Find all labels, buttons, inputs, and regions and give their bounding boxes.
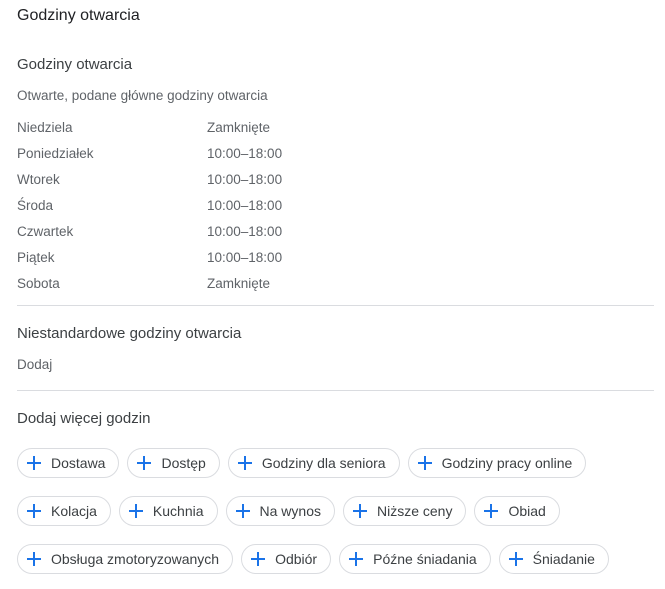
plus-icon bbox=[417, 456, 432, 470]
hours-row-wednesday: Środa 10:00–18:00 bbox=[17, 192, 417, 218]
day-name: Wtorek bbox=[17, 171, 60, 187]
plus-icon bbox=[484, 504, 499, 518]
plus-icon bbox=[251, 552, 266, 566]
plus-icon bbox=[137, 456, 152, 470]
chip-label: Śniadanie bbox=[532, 551, 595, 567]
chip-nizsze-ceny[interactable]: Niższe ceny bbox=[342, 496, 467, 526]
chip-label: Niższe ceny bbox=[376, 503, 453, 519]
day-hours: Zamknięte bbox=[207, 275, 271, 291]
chip-godziny-pracy-online[interactable]: Godziny pracy online bbox=[407, 448, 587, 478]
day-name: Poniedziałek bbox=[17, 145, 94, 161]
chip-dostawa[interactable]: Dostawa bbox=[17, 448, 120, 478]
chip-row: Obsługa zmotoryzowanych Odbiór Późne śni… bbox=[17, 544, 609, 574]
chip-label: Obsługa zmotoryzowanych bbox=[51, 551, 220, 567]
chip-na-wynos[interactable]: Na wynos bbox=[225, 496, 335, 526]
special-hours-add-link[interactable]: Dodaj bbox=[17, 356, 52, 374]
day-hours: 10:00–18:00 bbox=[207, 145, 283, 161]
plus-icon bbox=[27, 456, 41, 470]
plus-icon bbox=[27, 504, 41, 518]
chip-label: Kolacja bbox=[51, 503, 97, 519]
day-name: Środa bbox=[17, 197, 54, 213]
chip-label: Późne śniadania bbox=[373, 551, 477, 567]
plus-icon bbox=[508, 552, 523, 566]
section-divider bbox=[17, 390, 654, 391]
plus-icon bbox=[237, 456, 252, 470]
chip-label: Odbiór bbox=[275, 551, 318, 567]
day-name: Czwartek bbox=[17, 223, 74, 239]
opening-hours-page: Godziny otwarcia Godziny otwarcia Otwart… bbox=[0, 0, 665, 589]
chip-label: Godziny pracy online bbox=[441, 455, 573, 471]
hours-row-thursday: Czwartek 10:00–18:00 bbox=[17, 218, 417, 244]
chip-dostep[interactable]: Dostęp bbox=[127, 448, 220, 478]
chip-row: Kolacja Kuchnia Na wynos Niższe ceny Obi… bbox=[17, 496, 560, 526]
plus-icon bbox=[352, 504, 367, 518]
plus-icon bbox=[27, 552, 41, 566]
regular-hours-title: Godziny otwarcia bbox=[17, 56, 133, 73]
chip-label: Dostawa bbox=[51, 455, 106, 471]
section-divider bbox=[17, 305, 654, 306]
chip-pozne-sniadania[interactable]: Późne śniadania bbox=[339, 544, 491, 574]
hours-row-sunday: Niedziela Zamknięte bbox=[17, 114, 417, 140]
hours-row-monday: Poniedziałek 10:00–18:00 bbox=[17, 140, 417, 166]
day-name: Sobota bbox=[17, 275, 60, 291]
day-hours: 10:00–18:00 bbox=[207, 223, 283, 239]
chip-obiad[interactable]: Obiad bbox=[474, 496, 560, 526]
chip-row: Dostawa Dostęp Godziny dla seniora Godzi… bbox=[17, 448, 587, 478]
special-hours-title: Niestandardowe godziny otwarcia bbox=[17, 325, 242, 342]
chip-kuchnia[interactable]: Kuchnia bbox=[118, 496, 218, 526]
day-name: Piątek bbox=[17, 249, 55, 265]
plus-icon bbox=[128, 504, 143, 518]
regular-hours-subtitle: Otwarte, podane główne godziny otwarcia bbox=[17, 88, 268, 103]
chip-obsluga-zmotoryzowanych[interactable]: Obsługa zmotoryzowanych bbox=[17, 544, 234, 574]
plus-icon bbox=[349, 552, 364, 566]
hours-row-saturday: Sobota Zamknięte bbox=[17, 270, 417, 296]
hours-row-tuesday: Wtorek 10:00–18:00 bbox=[17, 166, 417, 192]
chip-label: Godziny dla seniora bbox=[261, 455, 386, 471]
hours-row-friday: Piątek 10:00–18:00 bbox=[17, 244, 417, 270]
chip-label: Na wynos bbox=[259, 503, 321, 519]
day-hours: 10:00–18:00 bbox=[207, 249, 283, 265]
chip-godziny-dla-seniora[interactable]: Godziny dla seniora bbox=[227, 448, 400, 478]
day-hours: 10:00–18:00 bbox=[207, 171, 283, 187]
day-hours: 10:00–18:00 bbox=[207, 197, 283, 213]
chip-label: Dostęp bbox=[161, 455, 206, 471]
chip-kolacja[interactable]: Kolacja bbox=[17, 496, 111, 526]
day-name: Niedziela bbox=[17, 119, 73, 135]
chip-odbior[interactable]: Odbiór bbox=[241, 544, 332, 574]
more-hours-title: Dodaj więcej godzin bbox=[17, 410, 151, 427]
hours-table: Niedziela Zamknięte Poniedziałek 10:00–1… bbox=[17, 114, 417, 296]
chip-sniadanie[interactable]: Śniadanie bbox=[498, 544, 609, 574]
day-hours: Zamknięte bbox=[207, 119, 271, 135]
page-title: Godziny otwarcia bbox=[17, 7, 140, 24]
chip-label: Obiad bbox=[508, 503, 546, 519]
plus-icon bbox=[235, 504, 250, 518]
chip-label: Kuchnia bbox=[152, 503, 204, 519]
